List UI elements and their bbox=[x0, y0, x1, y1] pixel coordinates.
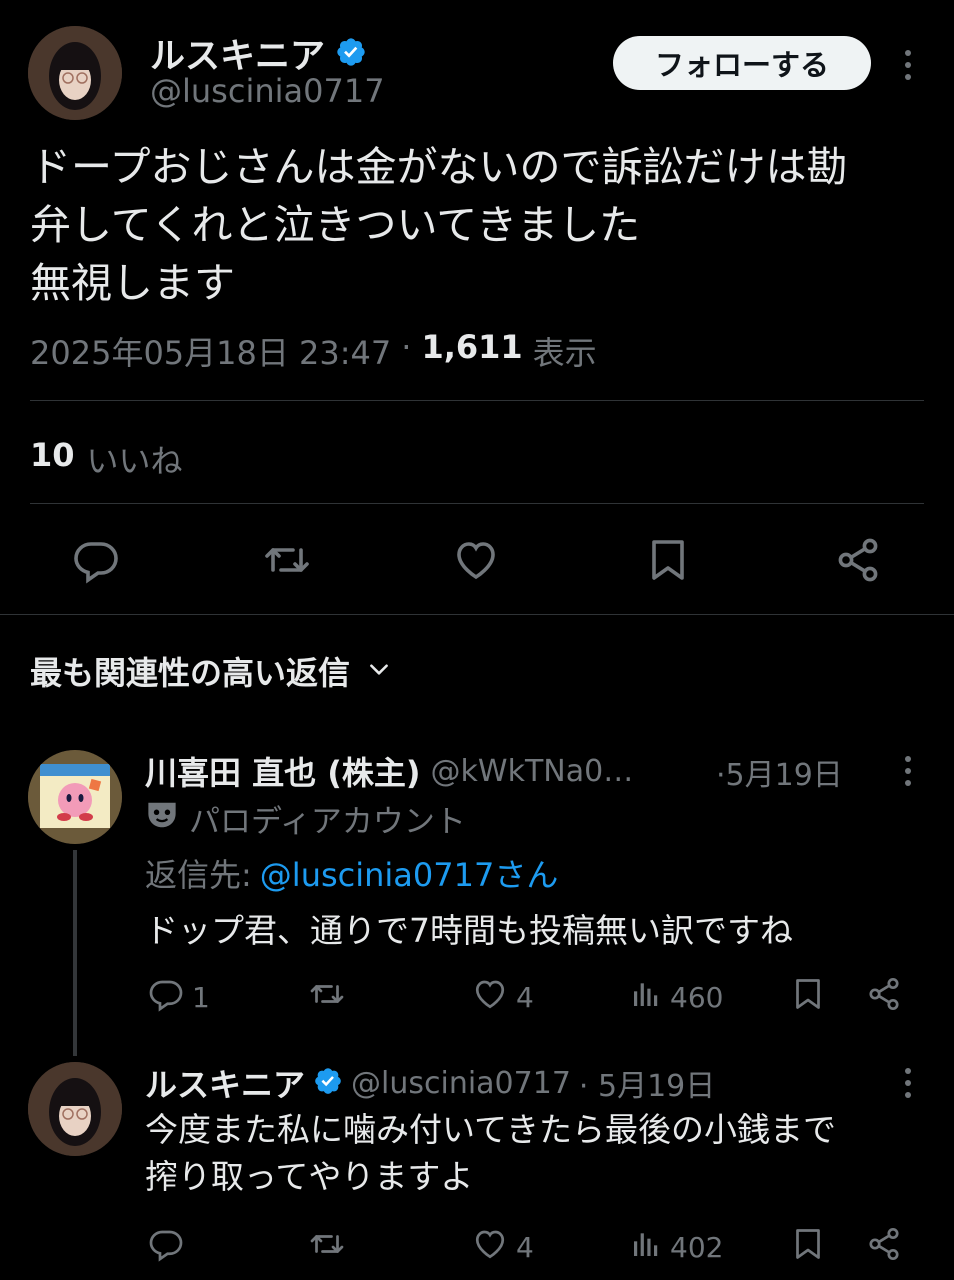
avatar[interactable] bbox=[28, 26, 122, 120]
views-button[interactable]: 460 bbox=[630, 976, 723, 1019]
avatar[interactable] bbox=[28, 1062, 122, 1156]
handle[interactable]: @luscinia0717 bbox=[150, 72, 385, 110]
reply-icon bbox=[148, 976, 184, 1019]
avatar[interactable] bbox=[28, 750, 122, 844]
share-button[interactable] bbox=[866, 976, 902, 1019]
section-divider bbox=[0, 614, 954, 615]
chevron-down-icon bbox=[366, 656, 392, 686]
tweet-text-line: ドープおじさんは金がないので訴訟だけは勘 bbox=[30, 143, 848, 191]
bookmark-button[interactable] bbox=[790, 976, 826, 1019]
reply-date[interactable]: ·5月19日 bbox=[716, 750, 843, 794]
share-button[interactable] bbox=[866, 1226, 902, 1269]
views-button[interactable]: 402 bbox=[630, 1226, 723, 1269]
bookmark-button[interactable] bbox=[790, 1226, 826, 1269]
reply-display-name[interactable]: 川喜田 直也 (株主) bbox=[145, 748, 421, 794]
likes-label: いいね bbox=[86, 442, 183, 480]
views-count: 1,611 bbox=[421, 328, 523, 366]
thread-line bbox=[73, 850, 77, 1056]
views-label: 表示 bbox=[532, 334, 597, 372]
reply-icon[interactable] bbox=[72, 536, 120, 584]
reply-to-handle-link[interactable]: @luscinia0717さん bbox=[260, 850, 559, 896]
verified-badge-icon bbox=[335, 36, 367, 72]
share-icon[interactable] bbox=[834, 536, 882, 584]
reply-text: ドップ君、通りで7時間も投稿無い訳ですね bbox=[145, 911, 793, 950]
view-count: 402 bbox=[670, 1231, 724, 1264]
reply-to-label: 返信先: bbox=[145, 856, 252, 894]
tweet-text-line: 弁してくれと泣きついてきました bbox=[30, 201, 641, 249]
verified-badge-icon bbox=[313, 1066, 343, 1100]
replies-sort-label: 最も関連性の高い返信 bbox=[30, 654, 351, 692]
reply-handle[interactable]: @luscinia0717 bbox=[351, 1066, 571, 1101]
views-icon bbox=[630, 1226, 662, 1269]
share-icon bbox=[866, 976, 902, 1019]
divider bbox=[30, 503, 924, 504]
view-count: 460 bbox=[670, 981, 724, 1014]
reply-handle[interactable]: @kWkTNa0… bbox=[431, 754, 634, 789]
parody-badge: パロディアカウント bbox=[189, 804, 466, 840]
repost-icon[interactable] bbox=[262, 536, 312, 584]
bookmark-icon bbox=[790, 1226, 826, 1269]
share-icon bbox=[866, 1226, 902, 1269]
repost-icon bbox=[308, 976, 346, 1019]
reply-text: 今度また私に噛み付いてきたら最後の小銭まで 搾り取ってやりますよ bbox=[145, 1106, 935, 1200]
like-icon[interactable] bbox=[452, 536, 500, 584]
likes-stat[interactable]: 10 いいね bbox=[30, 436, 183, 482]
reply-text-line: 搾り取ってやりますよ bbox=[145, 1157, 474, 1196]
more-icon[interactable] bbox=[902, 1068, 914, 1104]
like-icon bbox=[472, 1226, 508, 1269]
like-icon bbox=[472, 976, 508, 1019]
like-button[interactable]: 4 bbox=[472, 1226, 534, 1269]
separator: · bbox=[401, 328, 412, 366]
more-icon[interactable] bbox=[902, 756, 914, 792]
likes-count: 10 bbox=[30, 436, 75, 474]
reply-count: 1 bbox=[192, 981, 210, 1014]
like-count: 4 bbox=[516, 981, 534, 1014]
timestamp[interactable]: 2025年05月18日 23:47 bbox=[30, 328, 391, 374]
bookmark-icon[interactable] bbox=[644, 536, 692, 584]
repost-button[interactable] bbox=[308, 976, 346, 1019]
repost-button[interactable] bbox=[308, 1226, 346, 1269]
divider bbox=[30, 400, 924, 401]
reply-button[interactable]: 1 bbox=[148, 976, 210, 1019]
tweet-text: ドープおじさんは金がないので訴訟だけは勘 弁してくれと泣きついてきました 無視し… bbox=[30, 138, 930, 312]
bookmark-icon bbox=[790, 976, 826, 1019]
reply-display-name[interactable]: ルスキニア bbox=[145, 1060, 305, 1106]
more-icon[interactable] bbox=[902, 50, 914, 86]
reply-button[interactable] bbox=[148, 1226, 184, 1269]
like-button[interactable]: 4 bbox=[472, 976, 534, 1019]
views-icon bbox=[630, 976, 662, 1019]
reply-icon bbox=[148, 1226, 184, 1269]
follow-button[interactable]: フォローする bbox=[613, 36, 871, 90]
like-count: 4 bbox=[516, 1231, 534, 1264]
reply-date[interactable]: · 5月19日 bbox=[579, 1061, 715, 1105]
replies-sort-dropdown[interactable]: 最も関連性の高い返信 bbox=[30, 648, 392, 694]
parody-mask-icon bbox=[145, 800, 179, 838]
reply-text-line: 今度また私に噛み付いてきたら最後の小銭まで bbox=[145, 1110, 837, 1149]
repost-icon bbox=[308, 1226, 346, 1269]
tweet-text-line: 無視します bbox=[30, 259, 235, 307]
